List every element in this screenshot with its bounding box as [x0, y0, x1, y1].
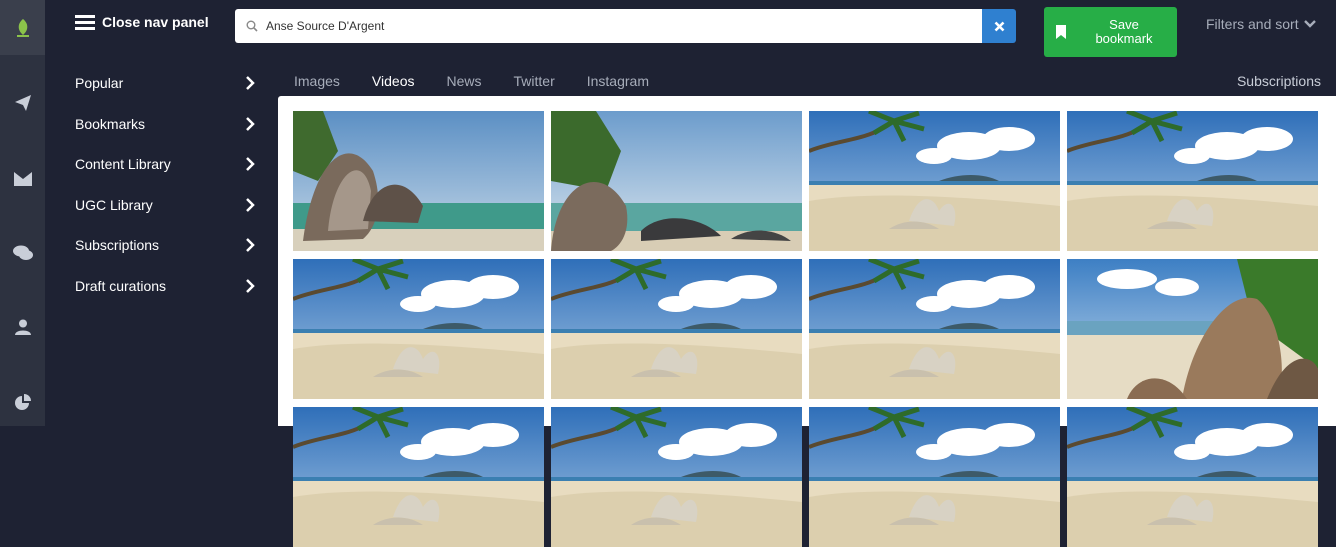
video-thumbnail[interactable]	[809, 407, 1060, 547]
filters-and-sort-dropdown[interactable]: Filters and sort	[1206, 16, 1316, 32]
thumbnail-image	[551, 259, 802, 399]
chevron-down-icon	[1303, 20, 1316, 28]
nav-item-ugc-library[interactable]: UGC Library	[75, 193, 255, 217]
video-thumbnail[interactable]	[551, 111, 802, 251]
thumbnail-image	[551, 407, 802, 547]
thumbnail-image	[1067, 111, 1318, 251]
video-thumbnail[interactable]	[293, 407, 544, 547]
thumbnail-image	[809, 111, 1060, 251]
video-thumbnail[interactable]	[293, 111, 544, 251]
chevron-right-icon	[246, 238, 255, 252]
leaf-logo-icon	[16, 18, 29, 37]
messages-nav[interactable]	[0, 164, 45, 194]
envelope-icon	[13, 172, 32, 186]
video-thumbnail[interactable]	[809, 111, 1060, 251]
nav-panel: Close nav panel Popular Bookmarks Conten…	[61, 0, 278, 426]
save-bookmark-label-line1: Save	[1109, 17, 1139, 32]
save-bookmark-button[interactable]: Save bookmark	[1044, 7, 1177, 57]
video-thumbnail[interactable]	[293, 259, 544, 399]
chevron-right-icon	[246, 198, 255, 212]
nav-item-label: UGC Library	[75, 197, 153, 213]
pie-chart-icon	[14, 394, 31, 410]
conversations-nav[interactable]	[0, 238, 45, 268]
nav-item-label: Content Library	[75, 156, 171, 172]
paper-plane-icon	[14, 95, 31, 111]
video-thumbnail[interactable]	[1067, 259, 1318, 399]
tab-videos[interactable]: Videos	[372, 73, 415, 89]
tab-news[interactable]: News	[446, 73, 481, 89]
nav-item-label: Bookmarks	[75, 116, 146, 132]
search-input[interactable]	[266, 19, 946, 33]
nav-item-label: Draft curations	[75, 278, 167, 294]
nav-item-label: Popular	[75, 75, 124, 91]
close-nav-panel-button[interactable]: Close nav panel	[75, 14, 209, 30]
chevron-right-icon	[246, 279, 255, 293]
audience-nav[interactable]	[0, 312, 45, 342]
video-thumbnail[interactable]	[551, 259, 802, 399]
search-icon	[246, 20, 258, 32]
tab-images[interactable]: Images	[294, 73, 340, 89]
nav-item-draft-curations[interactable]: Draft curations	[75, 274, 255, 298]
analytics-nav[interactable]	[0, 388, 45, 418]
clear-search-button[interactable]	[982, 9, 1016, 43]
nav-item-bookmarks[interactable]: Bookmarks	[75, 112, 255, 136]
chevron-right-icon	[246, 157, 255, 171]
thumbnail-image	[551, 111, 802, 251]
icon-rail	[0, 0, 45, 426]
video-thumbnail[interactable]	[551, 407, 802, 547]
video-thumbnail[interactable]	[809, 259, 1060, 399]
close-nav-panel-label: Close nav panel	[102, 14, 209, 30]
search-bar	[235, 9, 982, 43]
bookmark-icon	[1056, 25, 1066, 39]
nav-item-popular[interactable]: Popular	[75, 71, 255, 95]
results-panel	[278, 96, 1336, 547]
save-bookmark-label-line2: bookmark	[1095, 31, 1153, 46]
subscriptions-link[interactable]: Subscriptions	[1237, 73, 1321, 89]
hamburger-icon	[75, 15, 95, 30]
publish-nav[interactable]	[0, 88, 45, 118]
chat-bubbles-icon	[12, 245, 33, 260]
filters-label: Filters and sort	[1206, 16, 1299, 32]
thumbnail-image	[293, 407, 544, 547]
nav-item-label: Subscriptions	[75, 237, 160, 253]
nav-item-subscriptions[interactable]: Subscriptions	[75, 233, 255, 257]
thumbnail-image	[809, 407, 1060, 547]
app-logo[interactable]	[0, 0, 45, 55]
close-icon	[994, 21, 1004, 31]
tab-instagram[interactable]: Instagram	[587, 73, 649, 89]
thumbnail-image	[1067, 259, 1318, 399]
chevron-right-icon	[246, 76, 255, 90]
chevron-right-icon	[246, 117, 255, 131]
content-tabs: Images Videos News Twitter Instagram	[294, 73, 681, 89]
nav-item-content-library[interactable]: Content Library	[75, 152, 255, 176]
video-thumbnail[interactable]	[1067, 407, 1318, 547]
thumbnail-image	[809, 259, 1060, 399]
tab-twitter[interactable]: Twitter	[514, 73, 555, 89]
video-thumbnail[interactable]	[1067, 111, 1318, 251]
thumbnail-image	[293, 259, 544, 399]
user-icon	[14, 319, 31, 335]
thumbnail-image	[293, 111, 544, 251]
thumbnail-image	[1067, 407, 1318, 547]
